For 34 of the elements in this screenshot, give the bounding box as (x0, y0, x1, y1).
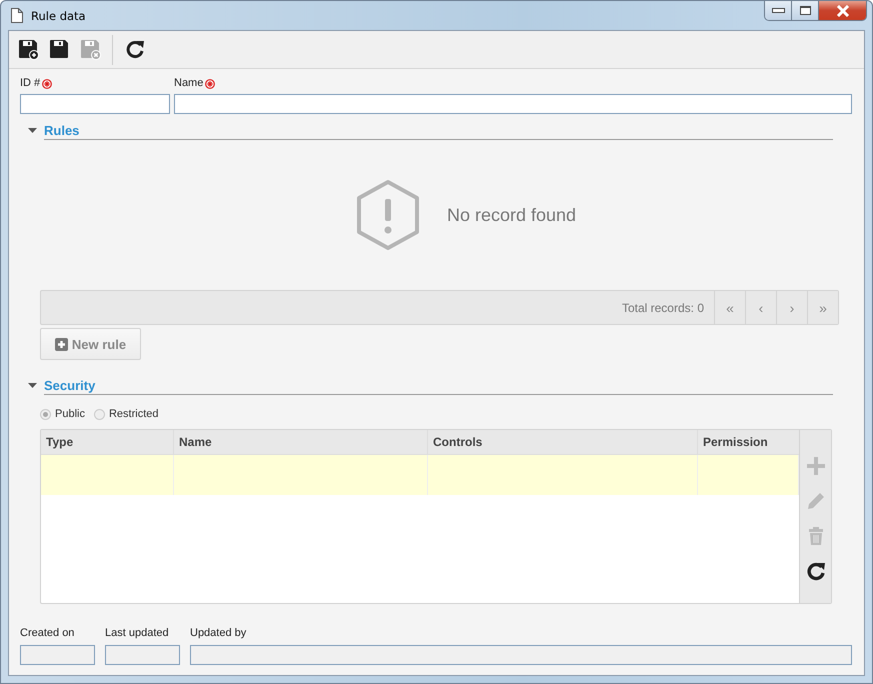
input-field[interactable] (20, 94, 170, 114)
radio-option[interactable]: Public (40, 408, 85, 420)
column-header[interactable]: Type (41, 430, 174, 454)
column-header[interactable]: Controls (428, 430, 698, 454)
section-title[interactable]: Rules (44, 122, 833, 140)
minimize-button[interactable] (765, 1, 792, 20)
minimize-icon (772, 8, 784, 13)
column-header[interactable]: Name (174, 430, 428, 454)
window-title: Rule data (31, 8, 86, 22)
close-icon (836, 4, 850, 16)
document-icon (11, 8, 23, 23)
maximize-button[interactable] (792, 1, 819, 20)
close-button[interactable] (819, 1, 866, 20)
warning-icon (356, 179, 420, 251)
plus-icon (54, 338, 68, 350)
maximize-icon (800, 6, 810, 15)
section-title[interactable]: Security (44, 377, 833, 395)
empty-message: No record found (446, 204, 576, 226)
input-field[interactable] (20, 645, 95, 665)
record-count: Total records: 0 (622, 300, 705, 314)
column-header[interactable]: Permission (698, 430, 799, 454)
caret-icon[interactable] (28, 128, 37, 134)
caret-icon[interactable] (28, 383, 37, 389)
input-field[interactable] (105, 645, 180, 665)
field-label: Last updated (105, 626, 170, 641)
field-label: Updated by (190, 626, 248, 641)
page-button[interactable]: » (807, 291, 838, 324)
input-field[interactable] (190, 645, 852, 665)
radio-option[interactable]: Restricted (94, 408, 158, 420)
new-rule-button[interactable]: New rule (40, 328, 141, 360)
field-label: Created on (20, 626, 76, 641)
input-field[interactable] (174, 94, 852, 114)
field-label: ID # (20, 76, 40, 91)
field-label: Name (174, 76, 204, 91)
